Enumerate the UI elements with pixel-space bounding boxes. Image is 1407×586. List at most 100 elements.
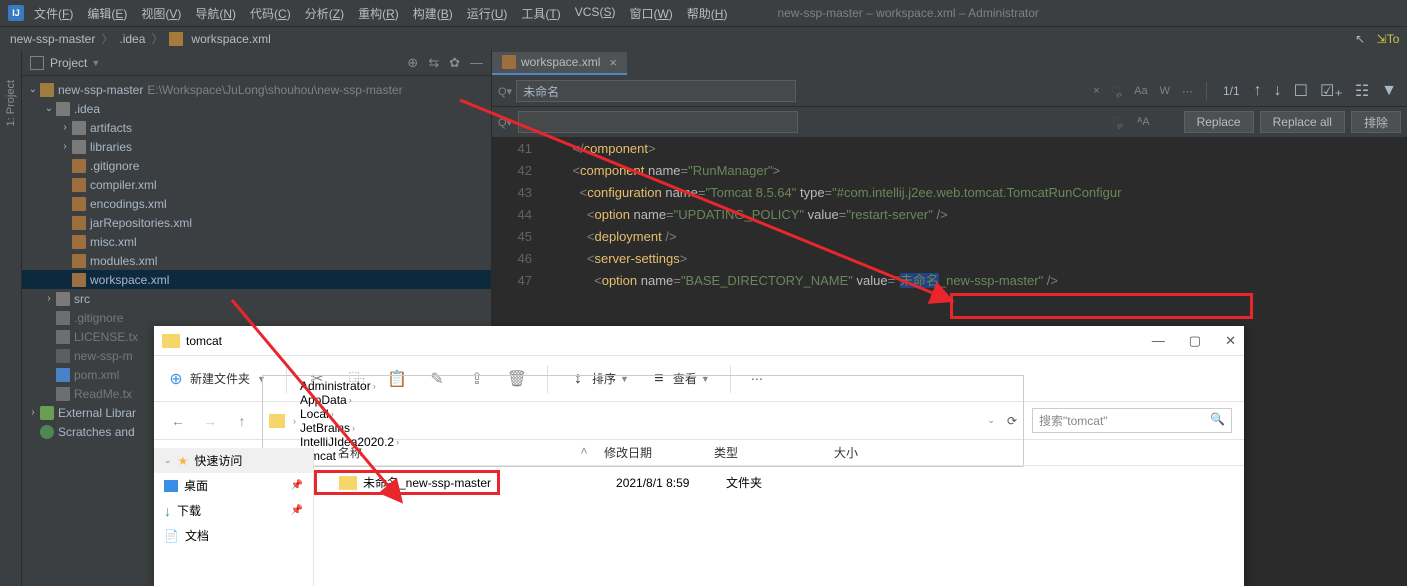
menu-item[interactable]: VCS(S)	[575, 5, 616, 22]
minimize-icon[interactable]: —	[1152, 333, 1165, 349]
case-icon[interactable]: Aa	[1131, 84, 1150, 98]
exclude-button[interactable]: 排除	[1351, 111, 1401, 133]
menu-item[interactable]: 文件(F)	[34, 5, 73, 22]
target-icon[interactable]: ⊕	[407, 55, 418, 71]
tree-row[interactable]: encodings.xml	[22, 194, 491, 213]
sidebar-desktop[interactable]: 桌面📌	[154, 473, 313, 498]
funnel-icon[interactable]: ▼	[1377, 82, 1401, 100]
prev-change-icon[interactable]: ↖	[1351, 30, 1369, 48]
col-header-name[interactable]: 名称	[314, 444, 564, 461]
search-icon[interactable]: 🔍	[1210, 412, 1225, 429]
more-icon[interactable]: ⋯	[1179, 84, 1196, 99]
menu-item[interactable]: 构建(B)	[413, 5, 453, 22]
new-folder-button[interactable]: ⊕ 新建文件夹 ▼	[166, 369, 266, 389]
col-header-date[interactable]: 修改日期	[604, 444, 714, 461]
up-icon[interactable]: ↑	[230, 413, 254, 429]
replace-button[interactable]: Replace	[1184, 111, 1254, 133]
path-segment[interactable]: Administrator ›	[300, 379, 399, 393]
search-icon: Q▾	[498, 85, 512, 98]
tree-row[interactable]: compiler.xml	[22, 175, 491, 194]
file-row[interactable]: 未命名_new-ssp-master 2021/8/1 8:59 文件夹	[314, 466, 1244, 499]
gear-icon[interactable]: ✿	[449, 55, 460, 71]
hide-icon[interactable]: —	[470, 55, 483, 71]
file-icon	[169, 32, 183, 46]
select-all-icon[interactable]: ☐	[1290, 81, 1312, 101]
filter-list-icon[interactable]: ☷	[1351, 81, 1373, 101]
regex-icon[interactable]: ೄ	[1109, 84, 1125, 99]
breadcrumb-item[interactable]: workspace.xml	[191, 32, 270, 46]
menu-item[interactable]: 视图(V)	[141, 5, 181, 22]
menu-item[interactable]: 帮助(H)	[687, 5, 728, 22]
tree-row[interactable]: ›libraries	[22, 137, 491, 156]
back-icon[interactable]: ←	[166, 413, 190, 429]
case-icon-2[interactable]: ᴬA	[1133, 116, 1153, 128]
explorer-search-input[interactable]: 搜索"tomcat" 🔍	[1032, 408, 1232, 433]
replace-label-icon: Q▾	[498, 116, 512, 129]
next-change-icon[interactable]: ⇲ To	[1379, 30, 1397, 48]
find-input[interactable]	[516, 80, 796, 102]
tree-row[interactable]: workspace.xml	[22, 270, 491, 289]
close-icon[interactable]: ×	[609, 55, 617, 70]
sidebar-downloads[interactable]: ↓ 下载📌	[154, 498, 313, 523]
breadcrumb-item[interactable]: .idea	[119, 32, 145, 46]
sidebar-docs[interactable]: 📄 文档	[154, 523, 313, 548]
close-icon[interactable]: ✕	[1225, 333, 1236, 349]
panel-title[interactable]: Project	[50, 56, 87, 70]
folder-highlight-box: 未命名_new-ssp-master	[314, 470, 500, 495]
refresh-icon[interactable]: ⟳	[1007, 414, 1017, 428]
tree-row[interactable]: jarRepositories.xml	[22, 213, 491, 232]
file-name: 未命名_new-ssp-master	[363, 474, 491, 491]
preserve-case-icon[interactable]: ೄ	[1109, 116, 1127, 129]
clear-icon[interactable]: ×	[1090, 84, 1102, 98]
path-segment[interactable]: JetBrains ›	[300, 421, 399, 435]
col-header-type[interactable]: 类型	[714, 444, 834, 461]
app-logo: IJ	[8, 5, 24, 21]
result-count: 1/1	[1217, 84, 1246, 98]
menu-item[interactable]: 分析(Z)	[305, 5, 344, 22]
file-type: 文件夹	[726, 474, 846, 491]
new-selection-icon[interactable]: ☑₊	[1316, 81, 1347, 101]
menu-item[interactable]: 窗口(W)	[629, 5, 672, 22]
chevron-right-icon: 〉	[151, 30, 163, 47]
words-icon[interactable]: W	[1157, 84, 1173, 98]
window-title: new-ssp-master – workspace.xml – Adminis…	[777, 6, 1038, 20]
chevron-down-icon[interactable]: ▼	[91, 58, 100, 68]
tree-row[interactable]: ›artifacts	[22, 118, 491, 137]
tree-row[interactable]: ›src	[22, 289, 491, 308]
menu-item[interactable]: 重构(R)	[358, 5, 399, 22]
expand-icon[interactable]: ⇆	[428, 55, 439, 71]
maximize-icon[interactable]: ▢	[1189, 333, 1201, 349]
editor-tab[interactable]: workspace.xml ×	[492, 52, 627, 75]
folder-icon	[269, 414, 285, 428]
path-segment[interactable]: Local ›	[300, 407, 399, 421]
tree-row[interactable]: ⌄new-ssp-masterE:\Workspace\JuLong\shouh…	[22, 80, 491, 99]
replace-input[interactable]	[518, 111, 798, 133]
file-explorer-window[interactable]: tomcat — ▢ ✕ ⊕ 新建文件夹 ▼ ✂ ⿻ 📋 ✎ ⇪ 🗑 ↕排序 ▼…	[154, 326, 1244, 586]
chevron-right-icon: 〉	[101, 30, 113, 47]
gutter-project-label[interactable]: 1: Project	[5, 80, 17, 126]
menu-item[interactable]: 运行(U)	[467, 5, 508, 22]
breadcrumb-item[interactable]: new-ssp-master	[10, 32, 95, 46]
quick-access[interactable]: ⌄ ★ 快速访问	[154, 448, 313, 473]
tree-row[interactable]: .gitignore	[22, 156, 491, 175]
menu-item[interactable]: 代码(C)	[250, 5, 291, 22]
replace-all-button[interactable]: Replace all	[1260, 111, 1345, 133]
explorer-sidebar[interactable]: ⌄ ★ 快速访问 桌面📌 ↓ 下载📌 📄 文档	[154, 440, 314, 586]
menu-item[interactable]: 编辑(E)	[87, 5, 127, 22]
menu-bar[interactable]: 文件(F) 编辑(E) 视图(V) 导航(N) 代码(C) 分析(Z) 重构(R) 构建(B)…	[34, 5, 727, 22]
forward-icon[interactable]: →	[198, 413, 222, 429]
path-segment[interactable]: AppData ›	[300, 393, 399, 407]
menu-item[interactable]: 工具(T)	[521, 5, 560, 22]
tree-row[interactable]: modules.xml	[22, 251, 491, 270]
col-header-size[interactable]: 大小	[834, 444, 914, 461]
file-date: 2021/8/1 8:59	[616, 476, 726, 490]
prev-match-icon[interactable]: ↑	[1250, 82, 1266, 100]
tree-row[interactable]: misc.xml	[22, 232, 491, 251]
tree-row[interactable]: ⌄.idea	[22, 99, 491, 118]
chevron-down-icon[interactable]: ⌄	[987, 415, 995, 426]
folder-icon	[339, 476, 357, 490]
next-match-icon[interactable]: ↓	[1270, 82, 1286, 100]
file-icon	[502, 55, 516, 69]
menu-item[interactable]: 导航(N)	[195, 5, 236, 22]
tree-row[interactable]: .gitignore	[22, 308, 491, 327]
